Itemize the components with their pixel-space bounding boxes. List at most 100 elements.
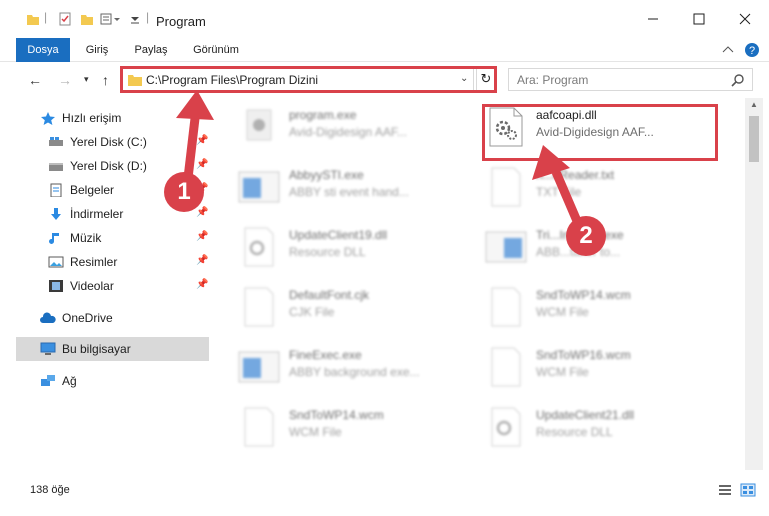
- file-item[interactable]: UpdateClient21.dll Resource DLL: [484, 400, 714, 460]
- file-type: CJK File: [289, 305, 335, 319]
- network-icon: [41, 375, 55, 386]
- executable-icon: [246, 109, 272, 141]
- window-app-icon: [485, 231, 527, 263]
- file-type: Resource DLL: [289, 245, 366, 259]
- documents-icon: [50, 183, 62, 197]
- search-placeholder: Ara: Program: [517, 73, 589, 87]
- file-type: WCM File: [536, 305, 589, 319]
- scroll-up-icon[interactable]: ▲: [750, 100, 758, 109]
- chevron-down-icon[interactable]: [130, 12, 140, 26]
- file-type: WCM File: [289, 425, 342, 439]
- details-view-icon[interactable]: [718, 483, 732, 497]
- large-icons-view-icon[interactable]: [740, 483, 756, 497]
- download-icon: [51, 208, 61, 220]
- sidebar-item-drive-c[interactable]: Yerel Disk (C:) 📌: [16, 130, 209, 154]
- new-folder-icon[interactable]: [80, 12, 94, 26]
- file-item[interactable]: SndToWP16.wcm WCM File: [484, 340, 714, 400]
- up-arrow-icon[interactable]: ↑: [102, 72, 109, 88]
- expand-ribbon-icon[interactable]: [722, 45, 734, 55]
- sidebar-item-onedrive[interactable]: OneDrive: [16, 306, 209, 330]
- pin-icon[interactable]: 📌: [196, 255, 208, 266]
- recent-locations-icon[interactable]: ▾: [84, 74, 89, 85]
- navigation-pane: Hızlı erişim Yerel Disk (C:) 📌 Yerel Dis…: [0, 100, 212, 470]
- pictures-icon: [48, 256, 64, 268]
- file-type: WCM File: [536, 365, 589, 379]
- music-icon: [49, 233, 59, 244]
- pin-icon[interactable]: 📌: [196, 135, 208, 146]
- sidebar-item-label: Yerel Disk (D:): [70, 159, 147, 173]
- file-item[interactable]: SndToWP14.wcm WCM File: [484, 280, 714, 340]
- file-item[interactable]: h...eReader.txt TXT File: [484, 160, 714, 220]
- sidebar-item-label: İndirmeler: [70, 207, 124, 221]
- sidebar-item-videos[interactable]: Videolar 📌: [16, 274, 209, 298]
- address-highlight-box: [120, 66, 497, 93]
- file-name: program.exe: [289, 108, 357, 122]
- vertical-scrollbar[interactable]: ▲: [745, 98, 763, 470]
- sidebar-item-label: Videolar: [70, 279, 114, 293]
- sidebar-item-this-pc[interactable]: Bu bilgisayar: [16, 337, 209, 361]
- search-input[interactable]: Ara: Program: [508, 68, 753, 91]
- sidebar-item-music[interactable]: Müzik 📌: [16, 226, 209, 250]
- folder-icon: [27, 15, 39, 25]
- ribbon: Dosya Giriş Paylaş Görünüm ?: [0, 38, 769, 98]
- customize-toolbar-icon[interactable]: [100, 12, 122, 26]
- file-name: SndToWP16.wcm: [536, 348, 631, 362]
- pin-icon[interactable]: 📌: [196, 207, 208, 218]
- generic-file-icon: [244, 407, 274, 447]
- maximize-icon: [693, 13, 705, 25]
- forward-arrow-icon[interactable]: →: [58, 72, 72, 88]
- minimize-icon: [648, 18, 658, 20]
- tab-home[interactable]: Giriş: [78, 38, 116, 62]
- file-name: SndToWP14.wcm: [289, 408, 384, 422]
- step-badge-1: 1: [164, 172, 204, 212]
- separator: |: [146, 10, 150, 24]
- file-item[interactable]: UpdateClient19.dll Resource DLL: [237, 220, 467, 280]
- file-type: ABBY sti event hand...: [289, 185, 409, 199]
- tab-view[interactable]: Görünüm: [186, 38, 246, 62]
- drive-icon: [49, 137, 63, 146]
- sidebar-item-label: OneDrive: [62, 311, 113, 325]
- svg-text:?: ?: [749, 45, 755, 57]
- minimize-button[interactable]: [630, 0, 676, 38]
- file-highlight-box: [482, 104, 718, 161]
- pin-icon[interactable]: 📌: [196, 159, 208, 170]
- sidebar-item-label: Ağ: [62, 374, 77, 388]
- file-item[interactable]: DefaultFont.cjk CJK File: [237, 280, 467, 340]
- text-file-icon: [491, 167, 521, 207]
- generic-file-icon: [244, 287, 274, 327]
- sidebar-item-label: Hızlı erişim: [62, 111, 122, 125]
- file-type: Resource DLL: [536, 425, 613, 439]
- file-type: ABBY background exe...: [289, 365, 420, 379]
- close-button[interactable]: [722, 0, 768, 38]
- drive-icon: [49, 163, 63, 171]
- star-icon: [41, 112, 55, 125]
- file-name: UpdateClient21.dll: [536, 408, 635, 422]
- file-item[interactable]: FineExec.exe ABBY background exe...: [237, 340, 467, 400]
- back-arrow-icon[interactable]: ←: [28, 72, 42, 88]
- generic-file-icon: [491, 287, 521, 327]
- search-icon: [731, 74, 744, 87]
- pin-icon[interactable]: 📌: [196, 279, 208, 290]
- file-name: FineExec.exe: [289, 348, 362, 362]
- window-app-icon: [238, 351, 280, 383]
- help-icon[interactable]: ?: [744, 42, 760, 58]
- item-count: 138 öğe: [30, 484, 70, 496]
- scroll-thumb[interactable]: [749, 116, 759, 162]
- tab-share[interactable]: Paylaş: [126, 38, 176, 62]
- sidebar-item-label: Bu bilgisayar: [62, 342, 131, 356]
- sidebar-item-pictures[interactable]: Resimler 📌: [16, 250, 209, 274]
- file-item[interactable]: AbbyySTI.exe ABBY sti event hand...: [237, 160, 467, 220]
- file-type: TXT File: [536, 185, 582, 199]
- file-item[interactable]: SndToWP14.wcm WCM File: [237, 400, 467, 460]
- sidebar-item-network[interactable]: Ağ: [16, 369, 209, 393]
- computer-icon: [40, 342, 56, 355]
- file-item[interactable]: program.exe Avid-Digidesign AAF...: [237, 100, 467, 160]
- maximize-button[interactable]: [676, 0, 722, 38]
- pin-icon[interactable]: 📌: [196, 231, 208, 242]
- file-type: Avid-Digidesign AAF...: [289, 125, 407, 139]
- sidebar-item-quick-access[interactable]: Hızlı erişim: [16, 106, 209, 130]
- window-title: Program: [156, 14, 206, 29]
- properties-icon[interactable]: [58, 12, 72, 26]
- file-name: UpdateClient19.dll: [289, 228, 388, 242]
- dll-gear-icon: [491, 407, 521, 447]
